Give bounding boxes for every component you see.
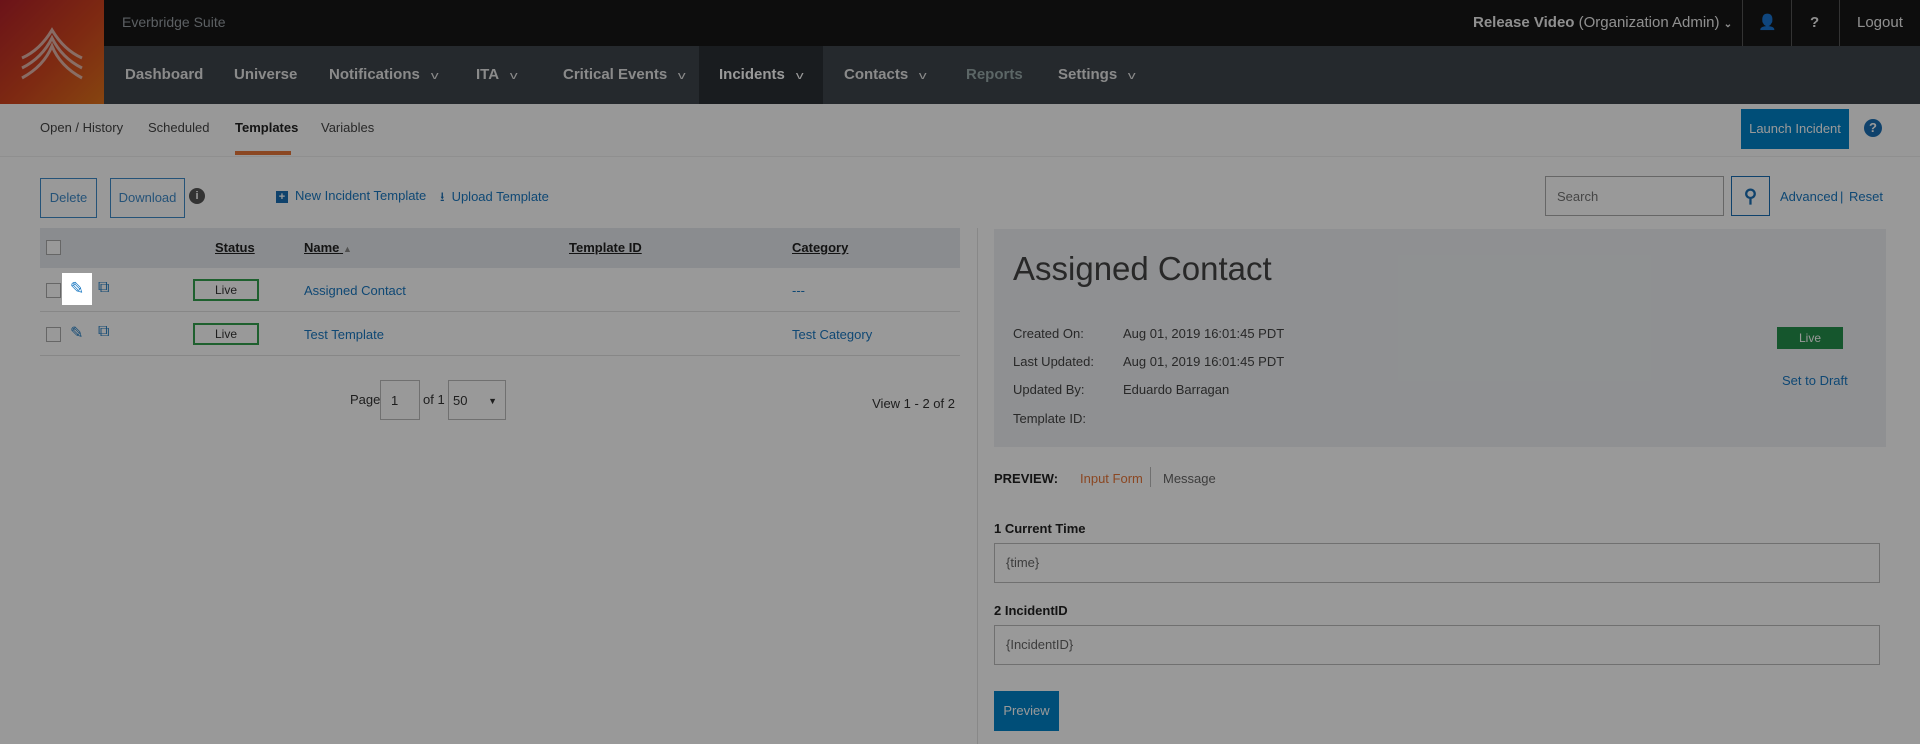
edit-pencil-icon[interactable]: ✎ bbox=[62, 273, 92, 305]
dim-overlay bbox=[0, 0, 1920, 744]
